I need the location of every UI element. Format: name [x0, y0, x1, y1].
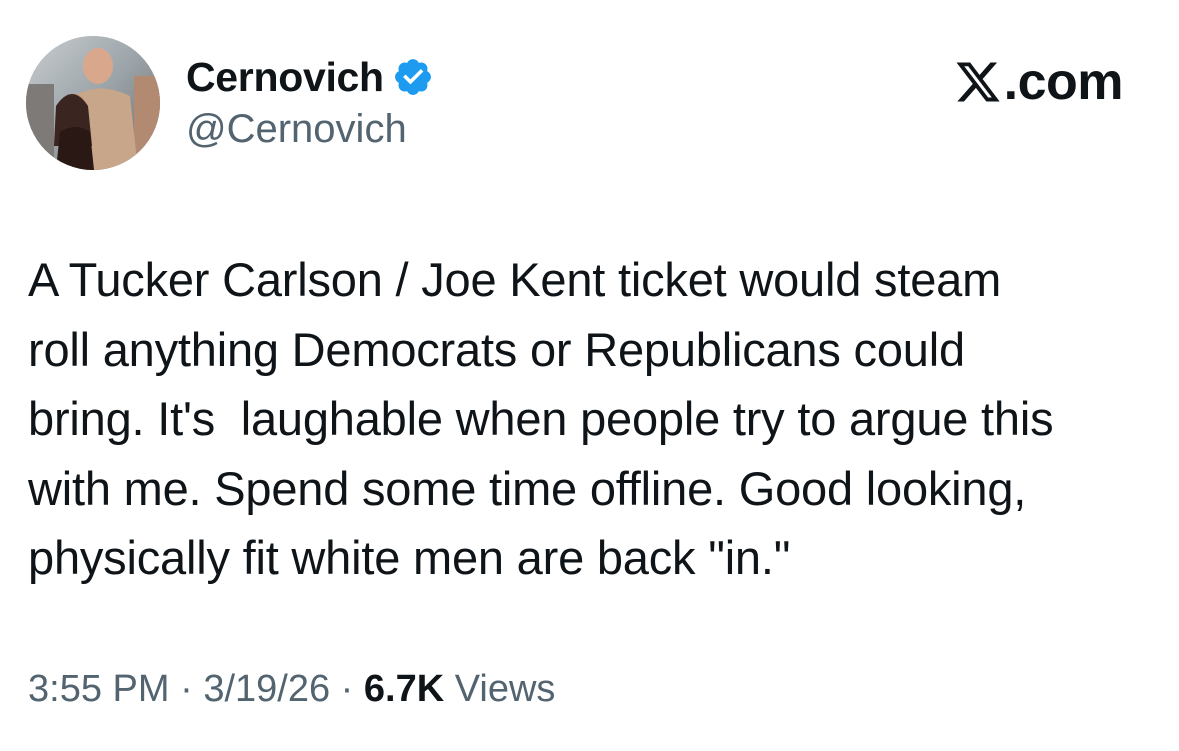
display-name[interactable]: Cernovich [186, 54, 384, 101]
meta-separator: · [330, 668, 364, 710]
tweet-time[interactable]: 3:55 PM [28, 668, 170, 711]
x-logo-icon [954, 58, 1002, 106]
tweet-card: Cernovich @Cernovich .com A Tucker Carls… [0, 0, 1179, 751]
views-count: 6.7K [363, 668, 445, 710]
tweet-text: A Tucker Carlson / Joe Kent ticket would… [28, 253, 1054, 584]
x-com-logo: .com [954, 52, 1124, 112]
profile-photo-icon [26, 36, 160, 170]
verified-badge-icon [392, 56, 434, 98]
logo-text: .com [1003, 53, 1124, 111]
tweet-meta: 3:55 PM · 3/19/26 · 6.7K Views [28, 668, 555, 711]
author-name-row[interactable]: Cernovich [186, 52, 434, 102]
views-label: Views [444, 668, 556, 710]
author-handle[interactable]: @Cernovich [186, 107, 407, 152]
tweet-date[interactable]: 3/19/26 [203, 668, 330, 711]
avatar[interactable] [26, 36, 160, 170]
meta-separator: · [169, 668, 204, 710]
